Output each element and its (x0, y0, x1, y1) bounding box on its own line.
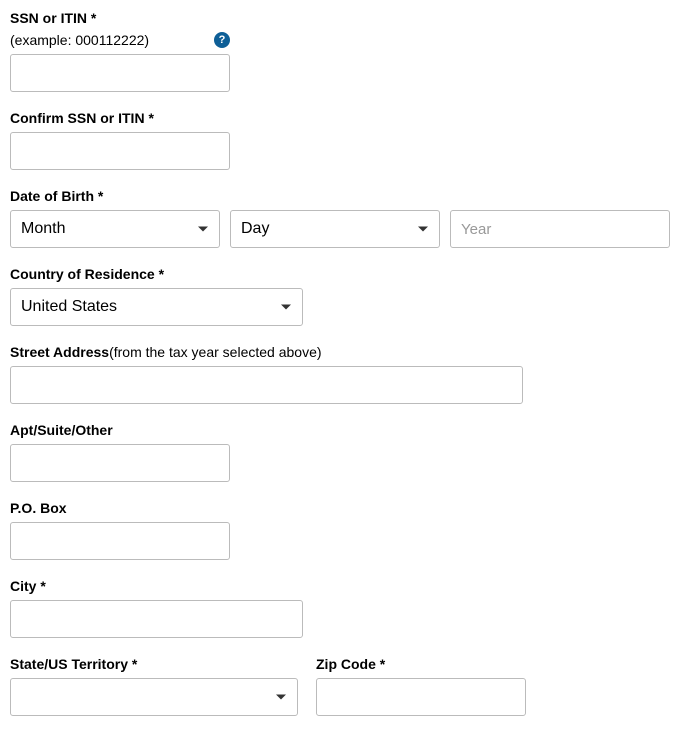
zip-group: Zip Code * (316, 656, 526, 716)
dob-label: Date of Birth * (10, 188, 103, 204)
state-select[interactable] (10, 678, 298, 716)
street-group: Street Address (from the tax year select… (10, 344, 672, 404)
month-select[interactable]: Month (10, 210, 220, 248)
confirm-ssn-input[interactable] (10, 132, 230, 170)
ssn-example: (example: 000112222) (10, 32, 149, 48)
apt-input[interactable] (10, 444, 230, 482)
zip-label: Zip Code * (316, 656, 385, 672)
street-label: Street Address (10, 344, 109, 360)
state-group: State/US Territory * (10, 656, 298, 716)
day-select[interactable]: Day (230, 210, 440, 248)
help-icon[interactable]: ? (214, 32, 230, 48)
ssn-input[interactable] (10, 54, 230, 92)
street-note: (from the tax year selected above) (109, 344, 321, 360)
month-select-value: Month (10, 210, 220, 248)
apt-label: Apt/Suite/Other (10, 422, 113, 438)
country-select[interactable]: United States (10, 288, 303, 326)
confirm-ssn-group: Confirm SSN or ITIN * (10, 110, 672, 170)
city-group: City * (10, 578, 672, 638)
ssn-group: SSN or ITIN * (example: 000112222) ? (10, 10, 672, 92)
pobox-group: P.O. Box (10, 500, 672, 560)
pobox-input[interactable] (10, 522, 230, 560)
city-input[interactable] (10, 600, 303, 638)
day-select-value: Day (230, 210, 440, 248)
state-label: State/US Territory * (10, 656, 137, 672)
confirm-ssn-label: Confirm SSN or ITIN * (10, 110, 154, 126)
apt-group: Apt/Suite/Other (10, 422, 672, 482)
year-input[interactable] (450, 210, 670, 248)
street-input[interactable] (10, 366, 523, 404)
city-label: City * (10, 578, 46, 594)
country-group: Country of Residence * United States (10, 266, 672, 326)
state-select-value (10, 678, 298, 716)
pobox-label: P.O. Box (10, 500, 67, 516)
dob-group: Date of Birth * Month Day (10, 188, 672, 248)
zip-input[interactable] (316, 678, 526, 716)
country-label: Country of Residence * (10, 266, 164, 282)
country-select-value: United States (10, 288, 303, 326)
ssn-label: SSN or ITIN * (10, 10, 96, 26)
